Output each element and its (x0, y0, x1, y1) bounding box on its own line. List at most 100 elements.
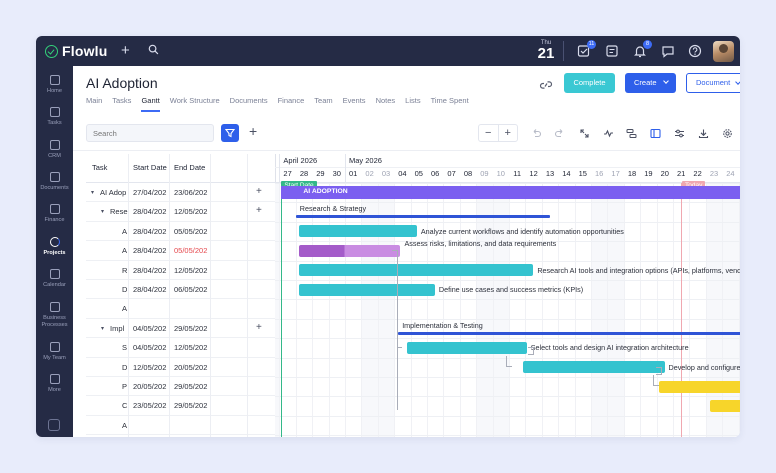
sidebar-item-business-processes[interactable]: Business Processes (36, 302, 73, 328)
complete-button[interactable]: Complete (564, 73, 615, 93)
tab-events[interactable]: Events (343, 96, 366, 112)
tab-documents[interactable]: Documents (230, 96, 268, 112)
quick-add-icon[interactable]: + (121, 42, 130, 59)
tab-work-structure[interactable]: Work Structure (170, 96, 220, 112)
task-start-date: 04/05/202 (133, 343, 167, 353)
dependencies-icon[interactable] (626, 128, 637, 139)
search-input[interactable] (86, 124, 214, 142)
chevron-down-icon (663, 78, 669, 84)
sidebar-item-more[interactable]: More (36, 374, 73, 394)
columns-icon[interactable] (650, 128, 661, 139)
app-name: Flowlu (62, 43, 108, 59)
sidebar-item-label: My Team (43, 355, 66, 361)
task-bar[interactable] (298, 225, 417, 238)
notes-icon[interactable] (605, 44, 619, 58)
day-label: 24 (726, 169, 735, 178)
tab-notes[interactable]: Notes (376, 96, 396, 112)
task-bar[interactable] (658, 380, 740, 393)
summary-bar[interactable] (295, 215, 550, 219)
sidebar-item-label: Calendar (43, 282, 66, 288)
settings-sliders-icon[interactable] (674, 128, 685, 139)
task-name[interactable]: D (122, 285, 127, 294)
task-bar-label: Define use cases and success metrics (KP… (438, 285, 584, 294)
tab-main[interactable]: Main (86, 96, 102, 112)
add-subtask-icon[interactable]: + (256, 186, 262, 197)
task-bar[interactable] (298, 244, 401, 257)
chat-icon[interactable] (661, 44, 675, 58)
tab-finance[interactable]: Finance (278, 96, 305, 112)
help-icon[interactable] (688, 44, 702, 58)
sidebar-item-tasks[interactable]: Tasks (36, 107, 73, 127)
filter-button[interactable] (221, 124, 239, 142)
task-bar[interactable] (407, 341, 527, 354)
column-header-end-date: End Date (174, 163, 206, 172)
zoom-out-button[interactable]: − (479, 125, 499, 141)
sidebar-item-my-team[interactable]: My Team (36, 342, 73, 362)
task-name[interactable]: Rese (110, 207, 128, 216)
task-name[interactable]: D (122, 363, 127, 372)
task-bar[interactable] (523, 361, 665, 374)
task-name[interactable]: Impl (110, 324, 124, 333)
sidebar-item-label: Finance (44, 217, 65, 223)
app-logo[interactable]: Flowlu (45, 43, 108, 59)
download-icon[interactable] (698, 128, 709, 139)
dependency-connector (655, 366, 662, 375)
row-line (275, 415, 740, 417)
sidebar-item-projects[interactable]: Projects (36, 237, 73, 257)
sidebar-item-finance[interactable]: Finance (36, 204, 73, 224)
tasks-check-icon[interactable]: 11 (577, 40, 596, 58)
summary-bar[interactable] (398, 331, 740, 335)
task-end-date: 29/05/202 (174, 401, 208, 411)
project-bar[interactable] (281, 186, 740, 199)
task-bar[interactable] (709, 399, 740, 412)
project-bar-label: AI ADOPTION (303, 188, 348, 195)
task-name[interactable]: A (122, 246, 127, 255)
calendar-date[interactable]: Thu 21 (537, 40, 555, 61)
add-subtask-icon[interactable]: + (256, 205, 262, 216)
user-avatar[interactable] (713, 41, 734, 62)
day-label: 30 (332, 169, 341, 178)
create-button[interactable]: Create (625, 73, 676, 93)
zoom-in-button[interactable]: + (499, 125, 518, 141)
fullscreen-icon[interactable] (579, 128, 590, 139)
task-name[interactable]: A (122, 227, 127, 236)
day-label: 27 (283, 169, 292, 178)
expand-toggle-icon[interactable]: ▾ (91, 189, 94, 196)
task-name[interactable]: R (122, 266, 127, 275)
tab-time-spent[interactable]: Time Spent (431, 96, 469, 112)
task-bar-label: Assess risks, limitations, and data requ… (404, 238, 557, 248)
dependency-connector (528, 347, 535, 356)
add-task-button[interactable]: + (249, 123, 257, 139)
collapse-sidebar-icon[interactable] (48, 419, 60, 431)
sidebar-item-crm[interactable]: CRM (36, 140, 73, 160)
sidebar-item-home[interactable]: Home (36, 75, 73, 95)
sidebar-item-calendar[interactable]: Calendar (36, 269, 73, 289)
task-name[interactable]: C (122, 401, 127, 410)
gear-icon[interactable] (722, 128, 733, 139)
redo-icon[interactable] (554, 128, 565, 139)
task-name[interactable]: S (122, 343, 127, 352)
add-subtask-icon[interactable]: + (256, 322, 262, 333)
tab-lists[interactable]: Lists (405, 96, 420, 112)
task-name[interactable]: P (122, 382, 127, 391)
critical-path-icon[interactable] (603, 128, 614, 139)
tab-team[interactable]: Team (314, 96, 332, 112)
tab-tasks[interactable]: Tasks (112, 96, 131, 112)
undo-icon[interactable] (531, 128, 542, 139)
task-start-date: 28/04/202 (133, 226, 167, 236)
task-name[interactable]: A (122, 304, 127, 313)
day-label: 08 (463, 169, 473, 178)
link-icon[interactable] (539, 78, 553, 92)
task-bar[interactable] (298, 264, 534, 277)
expand-toggle-icon[interactable]: ▾ (101, 208, 104, 215)
task-name[interactable]: A (122, 421, 127, 430)
document-button[interactable]: Document (686, 73, 740, 93)
day-label: 04 (398, 169, 407, 178)
sidebar-item-documents[interactable]: Documents (36, 172, 73, 192)
bell-icon[interactable]: 8 (633, 40, 652, 58)
search-icon[interactable] (148, 44, 159, 55)
task-bar[interactable] (298, 283, 435, 296)
tab-gantt[interactable]: Gantt (141, 96, 160, 112)
task-name[interactable]: AI Adop (100, 188, 126, 197)
expand-toggle-icon[interactable]: ▾ (101, 325, 104, 332)
